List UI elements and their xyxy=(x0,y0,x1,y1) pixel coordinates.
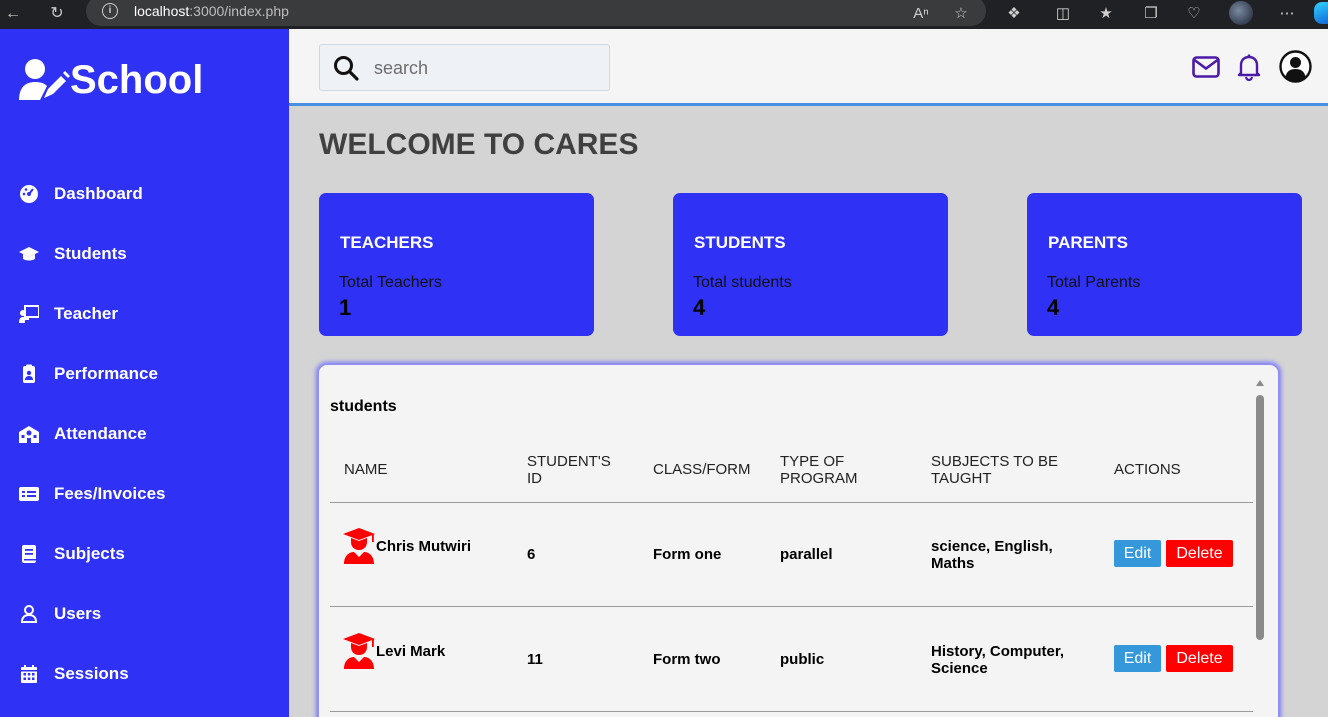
student-name: Chris Mutwiri xyxy=(376,538,472,555)
sidebar-item-label: Subjects xyxy=(54,544,125,563)
row-divider xyxy=(330,711,1253,712)
sidebar-item-teacher[interactable]: Teacher xyxy=(0,294,289,334)
extensions-icon[interactable]: ❖ xyxy=(1003,3,1025,25)
delete-button[interactable]: Delete xyxy=(1166,540,1233,567)
sidebar-item-sessions[interactable]: Sessions xyxy=(0,654,289,694)
user-icon xyxy=(20,605,38,623)
card-title: TEACHERS xyxy=(340,233,434,252)
user-pen-icon xyxy=(18,58,70,102)
school-building-icon xyxy=(19,426,39,443)
bell-icon[interactable] xyxy=(1237,54,1261,81)
sidebar-item-dashboard[interactable]: Dashboard xyxy=(0,174,289,214)
refresh-icon[interactable]: ↻ xyxy=(46,3,68,25)
student-class: Form one xyxy=(653,546,722,563)
student-class: Form two xyxy=(653,651,721,668)
sidebar-item-label: Performance xyxy=(54,364,158,383)
book-icon xyxy=(22,545,36,563)
scroll-up-arrow-icon[interactable] xyxy=(1256,380,1264,386)
column-header-actions: ACTIONS xyxy=(1114,461,1181,478)
sidebar-item-users[interactable]: Users xyxy=(0,594,289,634)
read-aloud-icon[interactable]: Aⁿ xyxy=(910,3,932,25)
graduation-cap-icon xyxy=(19,247,39,261)
card-subtitle: Total Parents xyxy=(1047,274,1141,291)
card-value: 4 xyxy=(1047,295,1060,320)
header-divider xyxy=(330,502,1253,503)
sidebar: School Dashboard Students Teacher Perfor… xyxy=(0,29,289,717)
favorites-icon[interactable]: ★ xyxy=(1095,3,1117,25)
student-name: Levi Mark xyxy=(376,643,446,660)
stat-card-teachers[interactable]: TEACHERS Total Teachers 1 xyxy=(319,193,594,336)
stat-card-parents[interactable]: PARENTS Total Parents 4 xyxy=(1027,193,1302,336)
card-title: STUDENTS xyxy=(694,233,786,252)
sidebar-item-label: Users xyxy=(54,604,102,623)
edit-button[interactable]: Edit xyxy=(1114,540,1161,567)
sidebar-item-label: Fees/Invoices xyxy=(54,484,166,503)
card-value: 1 xyxy=(339,295,352,320)
collections-icon[interactable]: ❐ xyxy=(1140,3,1162,25)
table-scrollbar[interactable] xyxy=(1253,377,1267,717)
student-id: 11 xyxy=(527,651,543,668)
page-title: WELCOME TO CARES xyxy=(319,128,639,161)
student-subjects: science, English, Maths xyxy=(931,538,1053,572)
student-graduate-icon xyxy=(343,633,375,669)
students-table-panel: students NAME STUDENT'S ID CLASS/FORM TY… xyxy=(318,364,1279,717)
search-icon[interactable] xyxy=(333,55,359,81)
student-program: parallel xyxy=(780,546,833,563)
sidebar-item-label: Sessions xyxy=(54,664,129,683)
student-id: 6 xyxy=(527,546,536,563)
browser-toolbar: ← ↻ i localhost:3000/index.php Aⁿ ☆ ❖ ◫ … xyxy=(0,0,1328,29)
copilot-icon[interactable] xyxy=(1314,2,1328,24)
scrollbar-thumb[interactable] xyxy=(1256,395,1264,640)
card-subtitle: Total students xyxy=(693,274,792,291)
calendar-icon xyxy=(21,665,37,683)
column-header-subjects: SUBJECTS TO BE TAUGHT xyxy=(931,453,1058,487)
column-header-student-id: STUDENT'S ID xyxy=(527,453,611,487)
sidebar-item-label: Teacher xyxy=(54,304,118,323)
column-header-program: TYPE OF PROGRAM xyxy=(780,453,858,487)
card-title: PARENTS xyxy=(1048,233,1128,252)
card-value: 4 xyxy=(693,295,706,320)
gauge-icon xyxy=(20,185,38,203)
chalkboard-teacher-icon xyxy=(19,305,39,323)
performance-heart-icon[interactable]: ♡ xyxy=(1183,3,1205,25)
id-card-icon xyxy=(19,487,39,501)
search-box[interactable] xyxy=(319,44,610,91)
row-divider xyxy=(330,606,1253,607)
sidebar-item-performance[interactable]: Performance xyxy=(0,354,289,394)
search-input[interactable] xyxy=(374,53,594,83)
site-info-icon[interactable]: i xyxy=(102,3,118,19)
sidebar-item-students[interactable]: Students xyxy=(0,234,289,274)
top-header xyxy=(289,29,1328,106)
stat-card-students[interactable]: STUDENTS Total students 4 xyxy=(673,193,948,336)
account-avatar-icon[interactable] xyxy=(1279,50,1312,83)
sidebar-item-label: Dashboard xyxy=(54,184,143,203)
column-header-name: NAME xyxy=(344,461,388,478)
brand-name: School xyxy=(70,57,204,102)
back-arrow-icon[interactable]: ← xyxy=(2,3,24,25)
sidebar-item-fees-invoices[interactable]: Fees/Invoices xyxy=(0,474,289,514)
delete-button[interactable]: Delete xyxy=(1166,645,1233,672)
column-header-class-form: CLASS/FORM xyxy=(653,461,751,478)
address-url[interactable]: localhost:3000/index.php xyxy=(134,3,289,19)
sidebar-item-label: Attendance xyxy=(54,424,147,443)
clipboard-user-icon xyxy=(23,364,35,383)
student-program: public xyxy=(780,651,825,668)
card-subtitle: Total Teachers xyxy=(339,274,442,291)
envelope-icon[interactable] xyxy=(1192,56,1220,78)
sidebar-item-subjects[interactable]: Subjects xyxy=(0,534,289,574)
favorite-star-icon[interactable]: ☆ xyxy=(950,3,972,25)
table-title: students xyxy=(330,398,397,415)
split-screen-icon[interactable]: ◫ xyxy=(1052,3,1074,25)
student-graduate-icon xyxy=(343,528,375,564)
brand[interactable]: School xyxy=(18,57,203,103)
sidebar-item-attendance[interactable]: Attendance xyxy=(0,414,289,454)
edit-button[interactable]: Edit xyxy=(1114,645,1161,672)
student-subjects: History, Computer, Science xyxy=(931,643,1065,677)
profile-avatar[interactable] xyxy=(1229,1,1253,25)
more-menu-icon[interactable]: ⋯ xyxy=(1276,3,1298,25)
sidebar-item-label: Students xyxy=(54,244,127,263)
